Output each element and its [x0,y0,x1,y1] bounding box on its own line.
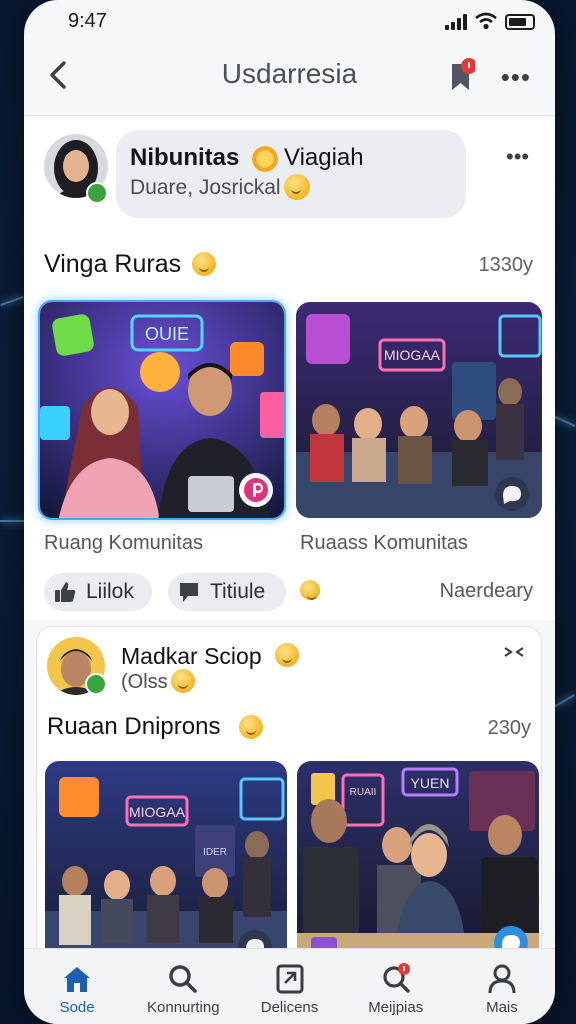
tab-mais[interactable]: Mais [449,949,555,1024]
status-bar: 9:47 [24,0,555,42]
background-light-streak [552,415,576,427]
emoji-icon [275,643,299,667]
post-subline: (Olss [121,671,168,693]
signal-icon [445,14,467,30]
neon-sign-text: RUAII [350,787,377,798]
battery-icon [505,14,535,30]
tab-label: Mais [486,999,518,1016]
neon-sign-text: IDER [203,847,227,858]
neon-sign-text: OUIE [145,324,189,344]
emoji-icon [239,715,263,739]
background-light-streak [0,295,24,307]
navigation-bar: Usdarresia ••• [24,42,555,116]
tab-label: Konnurting [147,999,220,1016]
neon-sign-text: YUEN [411,775,450,791]
profile-icon [488,964,516,994]
post-subline: Duare, Josrickal [130,176,281,199]
post-card: Madkar Sciop (Olss Ruaan Dniprons 230y M… [36,626,542,986]
search-icon [169,965,198,993]
community-photo[interactable]: MIOGAA [296,302,542,518]
online-badge-icon [86,182,108,204]
emoji-icon [192,252,216,276]
status-time: 9:47 [68,10,107,32]
tab-meijpias[interactable]: Meijpias [343,949,449,1024]
tab-label: Sode [59,999,95,1016]
online-badge-icon [85,673,107,695]
section-title: Vinga Ruras [44,250,182,278]
like-button[interactable]: Liilok [44,573,152,611]
community-photo[interactable]: MIOGAA IDER [45,761,287,961]
comment-icon [180,583,198,602]
play-badge-icon[interactable] [238,472,274,508]
tab-konnurting[interactable]: Konnurting [130,949,236,1024]
neon-sign-text: MIOGAA [129,804,186,820]
neon-sign-text: MIOGAA [384,347,441,363]
tab-label: Meijpias [368,999,424,1016]
author-name: Madkar Sciop [121,643,262,669]
post-timestamp: 1330y [478,254,534,276]
post-timestamp: 230y [487,717,531,739]
page-title: Usdarresia [221,58,358,89]
emoji-reaction-icon[interactable] [300,580,320,600]
phone-screen: 9:47 Usdarresia ••• Nibunitas Viagiah Du… [24,0,555,1024]
background-light-streak [553,694,575,708]
community-photo[interactable]: OUIE [38,300,286,520]
post-card: Nibunitas Viagiah Duare, Josrickal ••• V… [24,118,555,620]
section-title: Ruaan Dniprons [47,713,221,740]
sun-emoji-icon [250,144,280,174]
photo-caption: Ruaass Komunitas [300,532,468,554]
tab-sode[interactable]: Sode [24,949,130,1024]
author-info-bubble[interactable]: Nibunitas Viagiah Duare, Josrickal [116,130,466,218]
comment-button[interactable]: Titiule [168,573,286,611]
author-suffix: Viagiah [284,144,364,171]
community-photo[interactable]: RUAII YUEN [297,761,539,961]
chat-badge-icon[interactable] [494,476,530,512]
tab-label: Delicens [260,999,319,1016]
wifi-icon [475,12,497,30]
comment-label: Titiule [210,580,266,603]
like-label: Liilok [86,580,134,603]
chat-icon [383,963,410,993]
bottom-tab-bar: Sode Konnurting Delicens Meijpias Mais [24,948,555,1024]
share-arrows-icon[interactable] [503,643,525,661]
post-meta-text: Naerdeary [439,580,533,602]
author-name: Nibunitas [130,144,240,171]
tab-delicens[interactable]: Delicens [236,949,342,1024]
surprised-emoji-icon [171,669,195,693]
bookmark-notification-button[interactable] [449,58,475,94]
photo-caption: Ruang Komunitas [44,532,203,554]
background-light-streak [0,520,24,522]
status-icons [445,12,535,30]
home-icon [64,967,91,992]
surprised-emoji-icon [284,174,310,200]
bookmark-card-icon [276,964,303,994]
thumbs-up-icon [55,582,76,602]
more-options-button[interactable]: ••• [501,62,531,93]
post-more-button[interactable]: ••• [506,144,529,170]
